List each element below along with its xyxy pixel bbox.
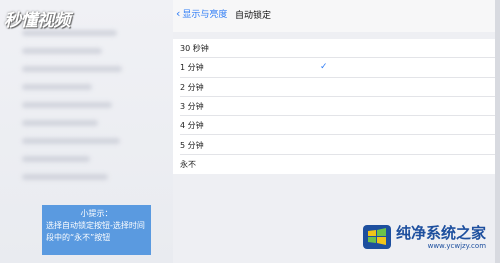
checkmark-icon: ✓: [320, 62, 328, 73]
blurred-row: [22, 84, 92, 90]
brand-watermark: 秒懂视频: [4, 11, 71, 31]
chevron-left-icon: ‹: [176, 6, 181, 20]
windows-logo-icon: [363, 225, 391, 249]
option-2-minutes[interactable]: 2 分钟: [173, 78, 495, 98]
option-5-minutes[interactable]: 5 分钟: [173, 135, 495, 156]
site-logo: 纯净系统之家 www.ycwjzy.com: [362, 222, 486, 252]
option-label: 3 分钟: [180, 102, 204, 112]
navigation-bar: ‹ 显示与亮度 自动锁定: [173, 0, 495, 32]
option-label: 4 分钟: [180, 121, 204, 131]
blurred-row: [22, 66, 122, 72]
blurred-row: [22, 138, 120, 144]
option-30-seconds[interactable]: 30 秒钟: [173, 39, 495, 59]
blurred-row: [22, 102, 112, 108]
blurred-row: [22, 48, 102, 54]
option-label: 1 分钟: [180, 63, 204, 73]
option-label: 2 分钟: [180, 82, 204, 92]
back-button-label: 显示与亮度: [182, 10, 228, 20]
option-never[interactable]: 永不: [173, 155, 495, 174]
tip-title: 小提示：: [80, 209, 113, 218]
blurred-row: [22, 156, 90, 162]
option-4-minutes[interactable]: 4 分钟: [173, 116, 495, 136]
tip-box: 小提示： 选择自动锁定按钮-选择时间段中的“永不”按钮: [42, 205, 151, 255]
blurred-row: [22, 120, 98, 126]
option-label: 30 秒钟: [180, 44, 209, 54]
auto-lock-options-list: 30 秒钟 1 分钟 ✓ 2 分钟 3 分钟 4 分钟 5 分钟 永不: [173, 39, 495, 175]
option-3-minutes[interactable]: 3 分钟: [173, 97, 495, 117]
back-button[interactable]: ‹ 显示与亮度: [176, 6, 228, 21]
tip-text: 选择自动锁定按钮-选择时间段中的“永不”按钮: [46, 221, 145, 242]
page-title: 自动锁定: [235, 11, 272, 21]
right-edge-strip: [495, 0, 500, 263]
option-label: 5 分钟: [180, 140, 204, 150]
option-label: 永不: [180, 159, 196, 169]
blurred-row: [22, 174, 108, 180]
logo-url: www.ycwjzy.com: [427, 241, 487, 250]
logo-name: 纯净系统之家: [396, 223, 487, 242]
option-1-minute[interactable]: 1 分钟 ✓: [173, 58, 495, 78]
